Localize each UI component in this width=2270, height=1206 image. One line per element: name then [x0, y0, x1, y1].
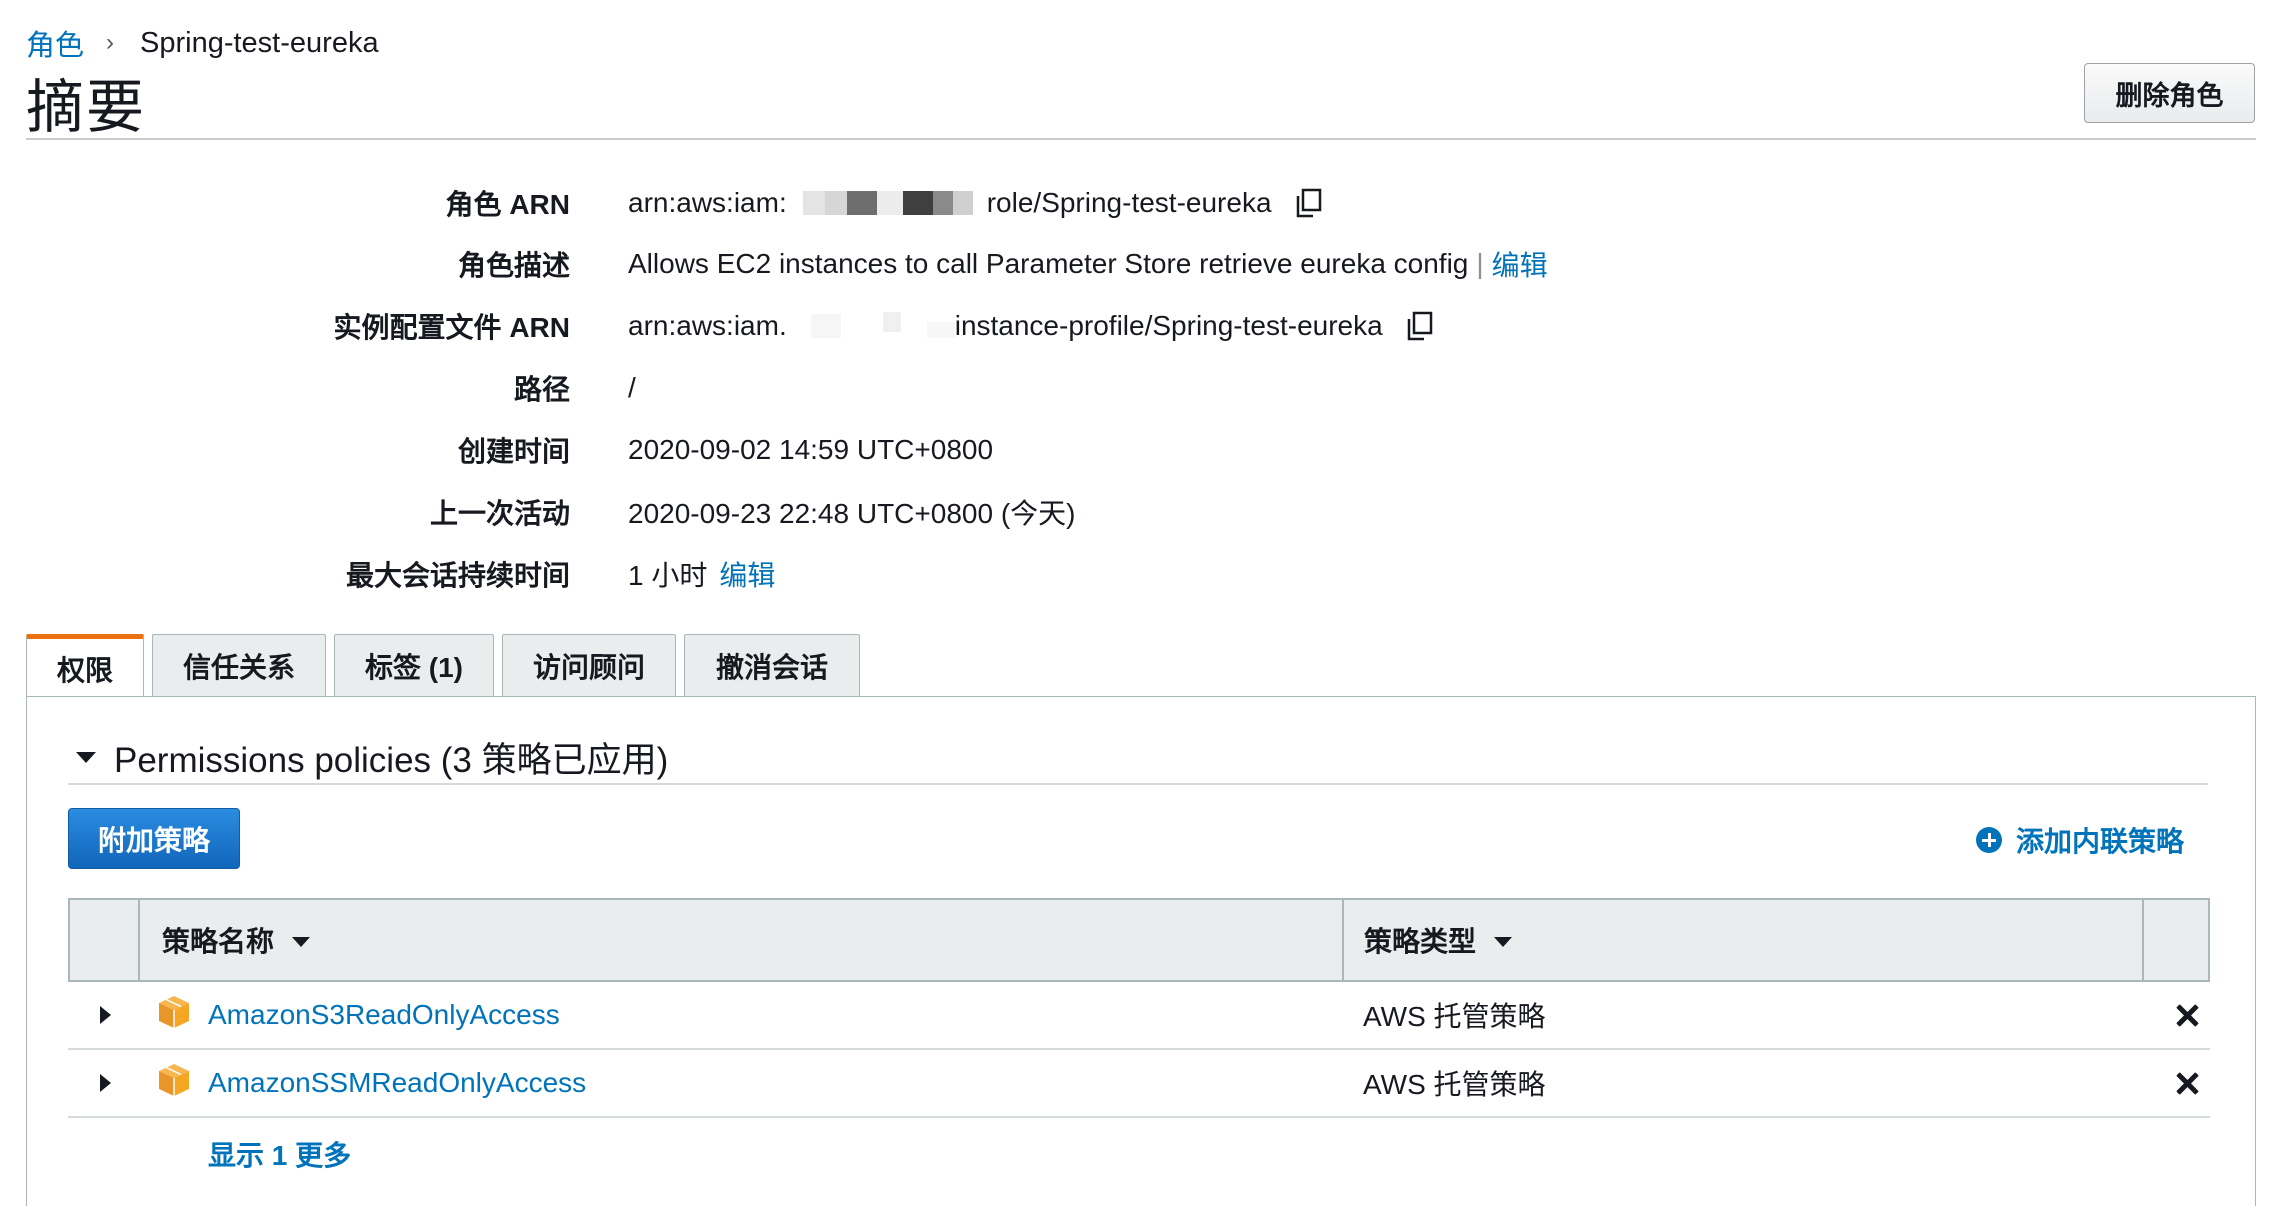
policies-table: 策略名称 策略类型 AmazonS3ReadOnlyAccess AWS 托管策… [68, 898, 2210, 1118]
attach-policy-button[interactable]: 附加策略 [68, 808, 240, 869]
copy-icon[interactable] [1405, 310, 1435, 342]
tab-permissions[interactable]: 权限 [26, 634, 144, 698]
summary-label: 最大会话持续时间 [345, 560, 570, 591]
summary-label: 路径 [513, 374, 570, 405]
tab-tags[interactable]: 标签 (1) [334, 634, 494, 697]
delete-role-button[interactable]: 删除角色 [2084, 63, 2255, 123]
column-label: 策略名称 [162, 926, 275, 957]
summary-value: arn:aws:iam. instance-profile/Spring-tes… [628, 310, 1435, 342]
column-label: 策略类型 [1364, 926, 1477, 957]
summary-label: 实例配置文件 ARN [333, 312, 570, 343]
policy-type: AWS 托管策略 [1363, 1001, 1546, 1032]
table-row: AmazonS3ReadOnlyAccess AWS 托管策略 [68, 982, 2210, 1050]
summary-value: / [628, 372, 636, 403]
summary-row-path: 路径 / [0, 368, 2270, 408]
show-more-link[interactable]: 显示 1 更多 [208, 1134, 351, 1174]
expand-row-icon[interactable] [100, 1006, 111, 1024]
edit-description-link[interactable]: 编辑 [1492, 244, 1548, 284]
summary-row-description: 角色描述 Allows EC2 instances to call Parame… [0, 244, 2270, 284]
sort-down-icon [292, 937, 311, 947]
policy-type: AWS 托管策略 [1363, 1069, 1546, 1100]
close-icon[interactable] [2176, 1004, 2198, 1026]
summary-label: 创建时间 [457, 436, 570, 467]
summary-value: arn:aws:iam: role/Spring-test-eureka [628, 187, 1324, 219]
chevron-right-icon: › [106, 29, 115, 56]
summary-label: 角色描述 [457, 250, 570, 281]
column-policy-name[interactable]: 策略名称 [162, 900, 311, 980]
permissions-heading: Permissions policies (3 策略已应用) [114, 741, 669, 780]
plus-circle-icon [1976, 827, 2002, 853]
redacted-account-id [787, 189, 987, 217]
tab-revoke-sessions[interactable]: 撤消会话 [684, 634, 860, 697]
table-row: AmazonSSMReadOnlyAccess AWS 托管策略 [68, 1050, 2210, 1118]
summary-value: 2020-09-02 14:59 UTC+0800 [628, 434, 994, 465]
page-title: 摘要 [26, 75, 147, 140]
summary-row-max-session: 最大会话持续时间 1 小时 编辑 [0, 554, 2270, 594]
sort-down-icon [1494, 937, 1513, 947]
summary-row-role-arn: 角色 ARN arn:aws:iam: role/Spring-test-eur… [0, 183, 2270, 223]
copy-icon[interactable] [1294, 187, 1324, 219]
edit-max-session-link[interactable]: 编辑 [719, 554, 775, 594]
breadcrumb: 角色 › Spring-test-eureka [26, 22, 379, 64]
section-divider [68, 783, 2208, 785]
description-text: Allows EC2 instances to call Parameter S… [628, 248, 1469, 279]
max-session-value: 1 小时 [628, 560, 708, 591]
column-divider [2142, 900, 2144, 980]
tab-trust-relationships[interactable]: 信任关系 [152, 634, 326, 697]
policy-name-link[interactable]: AmazonSSMReadOnlyAccess [208, 1050, 586, 1116]
column-policy-type[interactable]: 策略类型 [1364, 900, 1513, 980]
summary-row-last-activity: 上一次活动 2020-09-23 22:48 UTC+0800 (今天) [0, 492, 2270, 532]
redacted-account-id [787, 312, 955, 340]
permissions-section-header[interactable]: Permissions policies (3 策略已应用) [48, 732, 668, 783]
tab-access-advisor[interactable]: 访问顾问 [502, 634, 676, 697]
aws-policy-cube-icon [156, 1062, 192, 1098]
caret-down-icon [76, 752, 96, 763]
column-divider [138, 900, 140, 980]
arn-prefix: arn:aws:iam. [628, 310, 787, 341]
arn-prefix: arn:aws:iam: [628, 187, 787, 218]
breadcrumb-current: Spring-test-eureka [140, 26, 379, 59]
add-inline-policy-link[interactable]: 添加内联策略 [1976, 820, 2184, 860]
summary-label: 角色 ARN [445, 189, 570, 220]
breadcrumb-roles-link[interactable]: 角色 [26, 22, 84, 64]
separator: | [1476, 248, 1484, 279]
add-inline-policy-label: 添加内联策略 [2016, 826, 2185, 857]
aws-policy-cube-icon [156, 994, 192, 1030]
summary-value: 2020-09-23 22:48 UTC+0800 (今天) [628, 498, 1076, 529]
close-icon[interactable] [2176, 1072, 2198, 1094]
arn-suffix: instance-profile/Spring-test-eureka [954, 310, 1383, 341]
arn-suffix: role/Spring-test-eureka [986, 187, 1272, 218]
summary-row-created: 创建时间 2020-09-02 14:59 UTC+0800 [0, 430, 2270, 470]
title-divider [26, 138, 2256, 140]
tab-bar: 权限 信任关系 标签 (1) 访问顾问 撤消会话 [26, 634, 868, 698]
expand-row-icon[interactable] [100, 1074, 111, 1092]
summary-value: 1 小时 编辑 [628, 554, 775, 594]
table-header: 策略名称 策略类型 [68, 898, 2210, 982]
summary-value: Allows EC2 instances to call Parameter S… [628, 244, 1548, 284]
policy-name-link[interactable]: AmazonS3ReadOnlyAccess [208, 982, 560, 1048]
column-divider [1342, 900, 1344, 980]
summary-label: 上一次活动 [429, 498, 570, 529]
summary-row-instance-profile: 实例配置文件 ARN arn:aws:iam. instance-profile… [0, 306, 2270, 346]
